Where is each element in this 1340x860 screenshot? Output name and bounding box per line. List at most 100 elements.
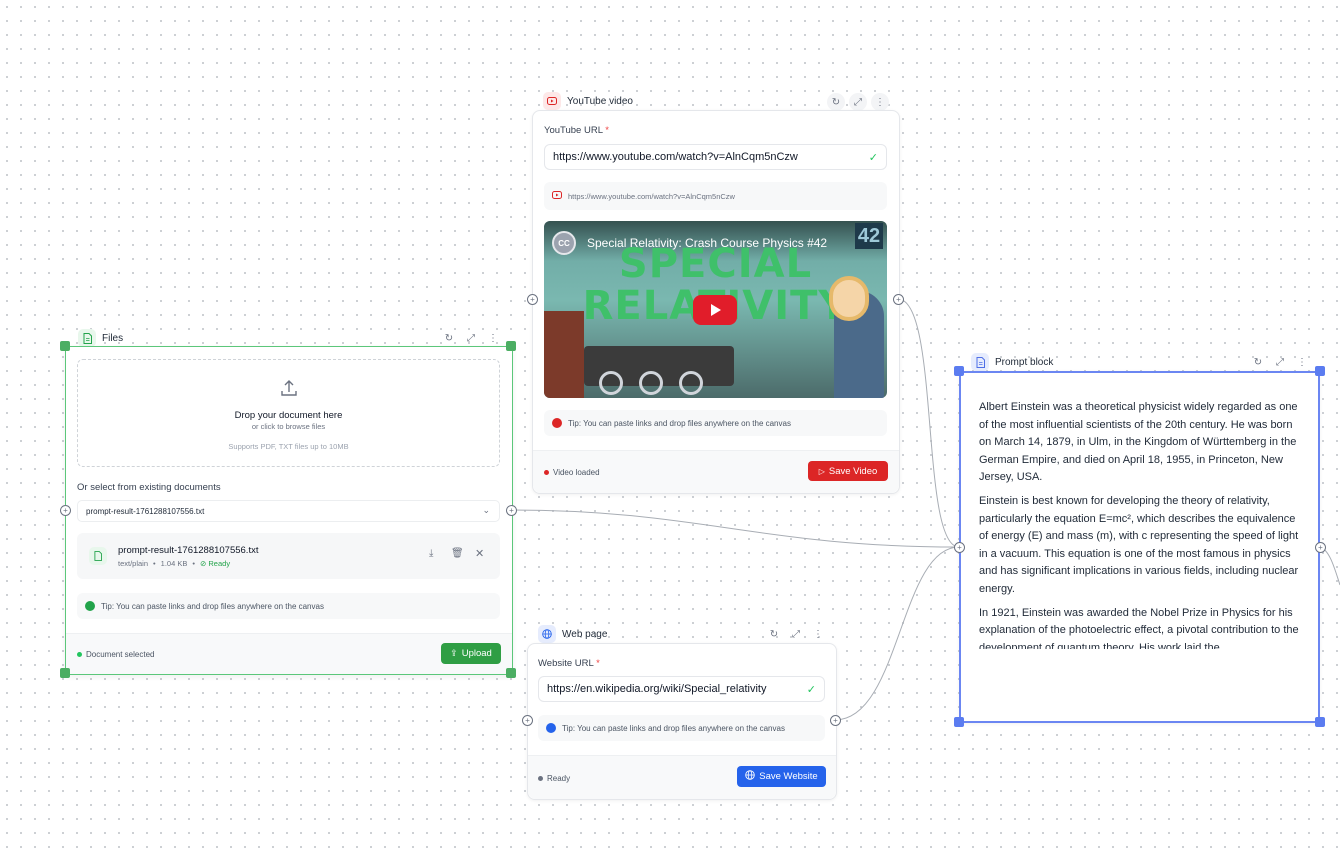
youtube-node-footer: Video loaded ▷ Save Video xyxy=(533,450,899,493)
more-icon[interactable]: ⋮ xyxy=(1293,353,1311,371)
globe-icon xyxy=(538,625,556,643)
building-illustration xyxy=(544,311,584,398)
prompt-node-tools: ↻ ⤢ ⋮ xyxy=(1249,353,1311,371)
youtube-url-value: https://www.youtube.com/watch?v=AlnCqm5n… xyxy=(553,151,798,163)
more-icon[interactable]: ⋮ xyxy=(871,93,889,111)
prompt-node-header[interactable]: Prompt block xyxy=(971,353,1053,371)
file-type: text/plain xyxy=(118,559,149,568)
drop-title: Drop your document here xyxy=(234,410,343,421)
workflow-canvas[interactable]: YouTube video ↻ ⤢ ⋮ YouTube URL * https:… xyxy=(0,0,1340,860)
website-url-input[interactable]: https://en.wikipedia.org/wiki/Special_re… xyxy=(538,676,825,702)
preview-url-text: https://www.youtube.com/watch?v=AlnCqm5n… xyxy=(568,191,735,201)
web-node-header[interactable]: Web page xyxy=(538,625,607,643)
youtube-node[interactable]: YouTube URL * https://www.youtube.com/wa… xyxy=(532,110,900,494)
resize-handle-top-left[interactable] xyxy=(954,366,964,376)
youtube-tip-text: Tip: You can paste links and drop files … xyxy=(568,418,791,428)
website-url-label: Website URL * xyxy=(538,658,600,669)
file-size: 1.04 KB xyxy=(160,559,188,568)
file-dropzone[interactable]: Drop your document here or click to brow… xyxy=(77,359,500,467)
web-node[interactable]: Website URL * https://en.wikipedia.org/w… xyxy=(527,643,837,800)
upload-icon xyxy=(279,378,299,403)
file-status: ⊘ Ready xyxy=(200,559,231,568)
edge-web-to-prompt xyxy=(834,546,960,721)
prompt-text[interactable]: Albert Einstein was a theoretical physic… xyxy=(979,399,1305,649)
prompt-paragraph-1: Albert Einstein was a theoretical physic… xyxy=(979,401,1298,484)
refresh-icon[interactable]: ↻ xyxy=(827,93,845,111)
youtube-icon xyxy=(543,92,561,110)
selected-file-card: prompt-result-1761288107556.txt text/pla… xyxy=(77,533,500,579)
prompt-input-port[interactable]: + xyxy=(954,542,965,553)
files-node-header[interactable]: Files xyxy=(78,329,123,347)
upload-button[interactable]: ⇪ Upload xyxy=(441,643,501,664)
file-meta: text/plain • 1.04 KB • ⊘ Ready xyxy=(118,559,231,568)
website-url-value: https://en.wikipedia.org/wiki/Special_re… xyxy=(547,683,767,695)
check-icon: ✓ xyxy=(806,684,816,696)
youtube-node-tools: ↻ ⤢ ⋮ xyxy=(827,93,889,111)
resize-handle-top-right[interactable] xyxy=(506,341,516,351)
resize-handle-top-left[interactable] xyxy=(60,341,70,351)
prompt-output-port[interactable]: + xyxy=(1315,542,1326,553)
trash-icon[interactable]: 🗑 xyxy=(451,548,464,559)
resize-handle-bottom-right[interactable] xyxy=(1315,717,1325,727)
youtube-output-port[interactable]: + xyxy=(893,294,904,305)
web-tip-text: Tip: You can paste links and drop files … xyxy=(562,723,785,733)
web-tip: Tip: You can paste links and drop files … xyxy=(538,715,825,741)
youtube-url-input[interactable]: https://www.youtube.com/watch?v=AlnCqm5n… xyxy=(544,144,887,170)
youtube-node-title: YouTube video xyxy=(567,95,633,107)
web-status: Ready xyxy=(538,774,570,783)
expand-icon[interactable]: ⤢ xyxy=(462,329,480,347)
web-input-port[interactable]: + xyxy=(522,715,533,726)
files-tip: Tip: You can paste links and drop files … xyxy=(77,593,500,619)
resize-handle-top-right[interactable] xyxy=(1315,366,1325,376)
files-node-title: Files xyxy=(102,332,124,344)
globe-icon xyxy=(745,770,756,783)
youtube-input-port[interactable]: + xyxy=(527,294,538,305)
refresh-icon[interactable]: ↻ xyxy=(1249,353,1267,371)
refresh-icon[interactable]: ↻ xyxy=(765,625,783,643)
web-node-tools: ↻ ⤢ ⋮ xyxy=(765,625,827,643)
expand-icon[interactable]: ⤢ xyxy=(787,625,805,643)
files-node-tools: ↻ ⤢ ⋮ xyxy=(440,329,502,347)
check-icon: ⊘ xyxy=(200,559,207,568)
lightbulb-icon xyxy=(552,418,562,428)
files-node[interactable]: Drop your document here or click to brow… xyxy=(65,346,513,675)
refresh-icon[interactable]: ↻ xyxy=(440,329,458,347)
download-icon[interactable]: ⤓ xyxy=(429,548,433,559)
prompt-paragraph-2: Einstein is best known for developing th… xyxy=(979,494,1299,595)
save-video-button[interactable]: ▷ Save Video xyxy=(808,461,888,481)
close-icon[interactable]: ✕ xyxy=(475,547,484,560)
files-tip-text: Tip: You can paste links and drop files … xyxy=(101,601,324,611)
youtube-url-label: YouTube URL * xyxy=(544,125,609,136)
edge-youtube-to-prompt xyxy=(897,298,960,548)
file-icon xyxy=(78,329,96,347)
document-select[interactable]: prompt-result-1761288107556.txt ⌄ xyxy=(77,500,500,522)
file-name: prompt-result-1761288107556.txt xyxy=(118,545,259,556)
web-output-port[interactable]: + xyxy=(830,715,841,726)
select-label: Or select from existing documents xyxy=(77,482,221,493)
expand-icon[interactable]: ⤢ xyxy=(1271,353,1289,371)
files-node-footer: Document selected ⇪ Upload xyxy=(66,633,512,674)
files-output-port[interactable]: + xyxy=(506,505,517,516)
files-input-port[interactable]: + xyxy=(60,505,71,516)
resize-handle-bottom-left[interactable] xyxy=(60,668,70,678)
resize-handle-bottom-left[interactable] xyxy=(954,717,964,727)
more-icon[interactable]: ⋮ xyxy=(484,329,502,347)
youtube-node-header[interactable]: YouTube video xyxy=(543,92,633,110)
play-icon: ▷ xyxy=(818,466,825,476)
play-icon[interactable] xyxy=(693,295,737,325)
chevron-down-icon: ⌄ xyxy=(482,505,490,515)
expand-icon[interactable]: ⤢ xyxy=(849,93,867,111)
save-website-button[interactable]: Save Website xyxy=(737,766,826,787)
lightbulb-icon xyxy=(546,723,556,733)
youtube-tip: Tip: You can paste links and drop files … xyxy=(544,410,887,436)
youtube-icon xyxy=(552,191,562,201)
edge-files-to-prompt xyxy=(510,509,960,548)
prompt-block[interactable]: Albert Einstein was a theoretical physic… xyxy=(959,371,1320,723)
prompt-node-title: Prompt block xyxy=(995,356,1054,368)
web-node-title: Web page xyxy=(562,628,608,640)
more-icon[interactable]: ⋮ xyxy=(809,625,827,643)
selected-option: prompt-result-1761288107556.txt xyxy=(86,506,205,516)
resize-handle-bottom-right[interactable] xyxy=(506,668,516,678)
video-thumbnail[interactable]: CC Special Relativity: Crash Course Phys… xyxy=(544,221,887,398)
drop-subtitle: or click to browse files xyxy=(251,422,326,431)
